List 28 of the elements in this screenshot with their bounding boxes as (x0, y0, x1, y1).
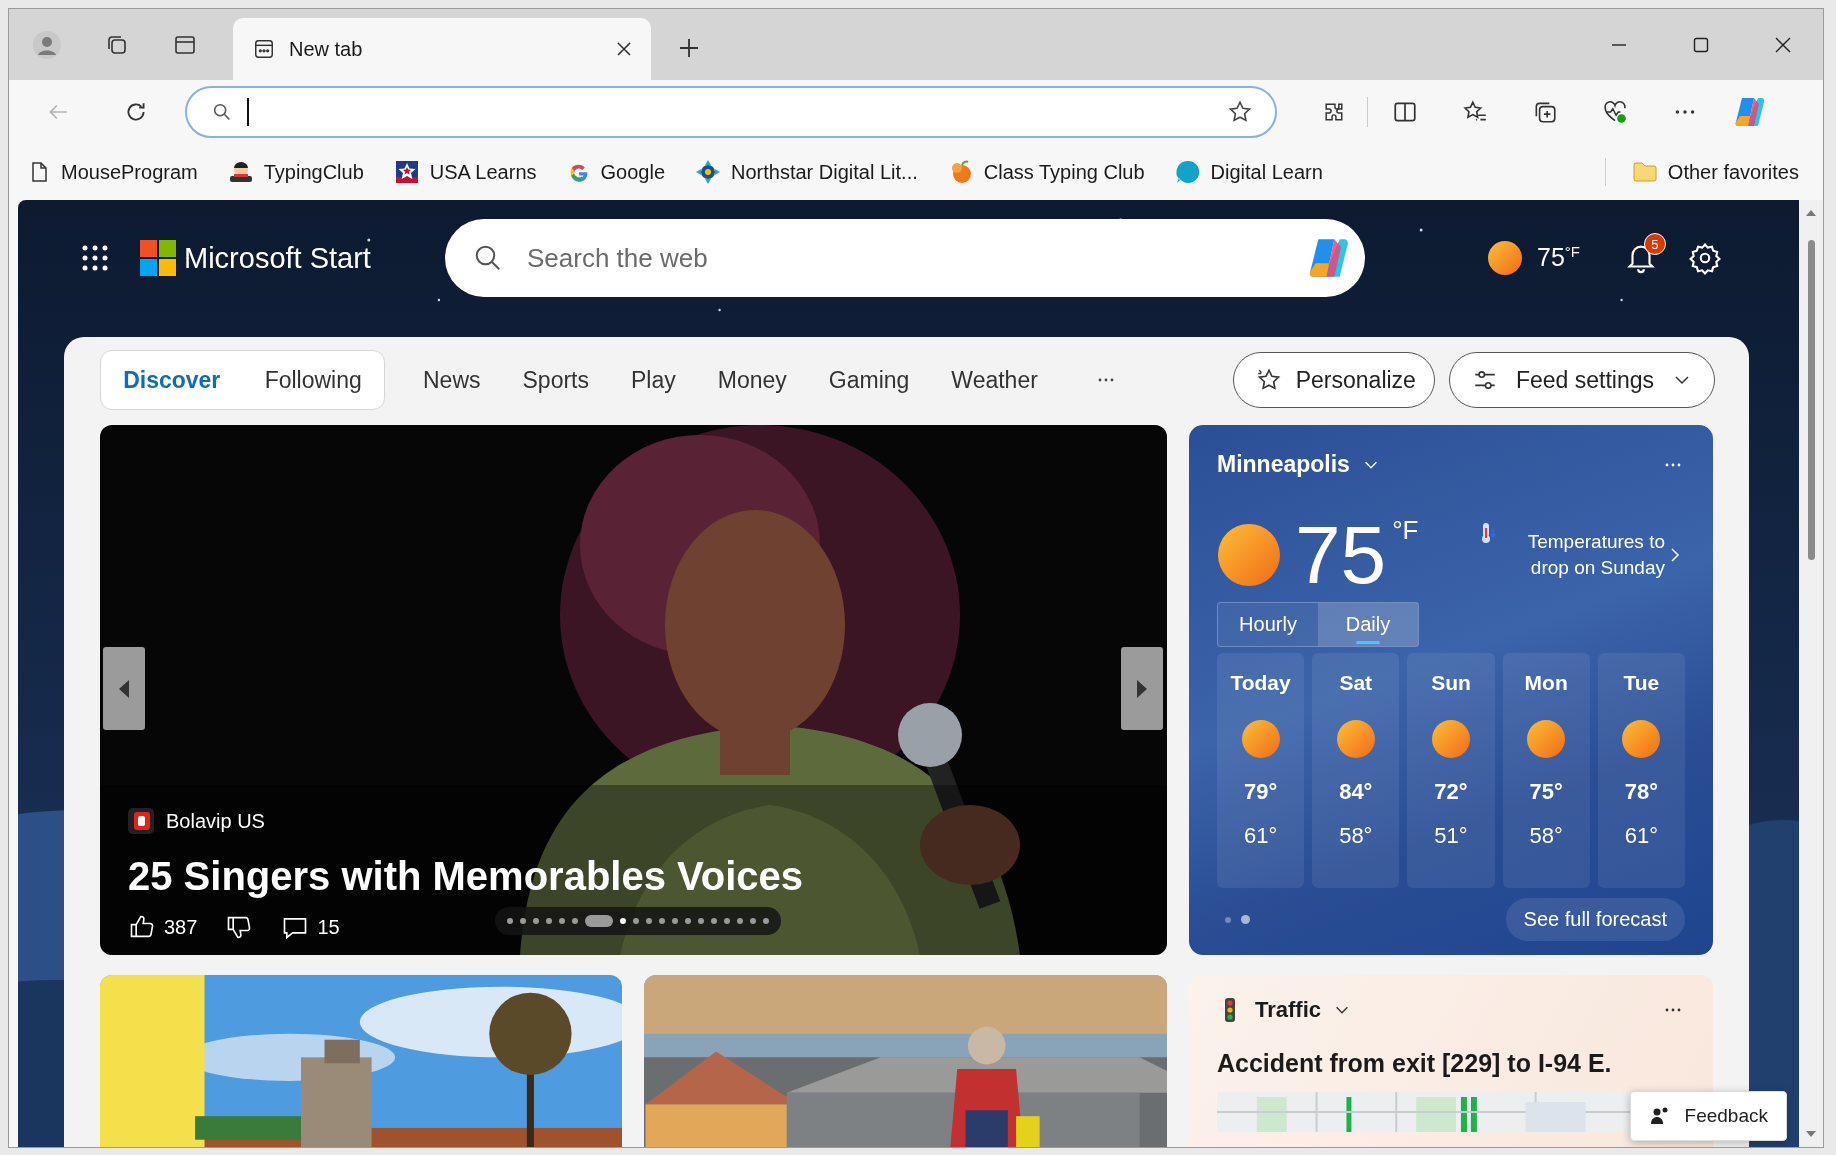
typist-icon (227, 159, 254, 185)
favorite-link[interactable]: MouseProgram (27, 160, 198, 184)
scrollbar-thumb[interactable] (1807, 240, 1815, 560)
favorite-link[interactable]: Google (566, 160, 665, 184)
other-favorites-link[interactable]: Other favorites (1631, 159, 1799, 185)
close-window-button[interactable] (1773, 35, 1793, 55)
workspaces-icon[interactable] (105, 33, 129, 57)
split-screen-button[interactable] (1392, 99, 1418, 125)
favorite-link[interactable]: Digital Learn (1174, 159, 1323, 185)
profile-icon[interactable] (33, 31, 61, 59)
compass-icon (695, 159, 721, 185)
browser-tab[interactable]: New tab (233, 18, 651, 80)
folder-icon (1631, 159, 1658, 185)
close-tab-button[interactable] (615, 40, 633, 58)
vertical-tabs-icon[interactable] (173, 33, 197, 57)
favorite-link[interactable]: USA Learns (393, 159, 537, 185)
favorite-star-button[interactable] (1227, 99, 1253, 125)
browser-health-button[interactable] (1602, 99, 1628, 125)
maximize-button[interactable] (1691, 35, 1711, 55)
new-tab-button[interactable] (677, 36, 701, 60)
favorite-link[interactable]: TypingClub (227, 159, 364, 185)
favorite-link[interactable]: Northstar Digital Lit... (695, 159, 918, 185)
search-icon (211, 101, 233, 123)
scrollbar[interactable] (1799, 200, 1823, 1147)
text-cursor (247, 98, 249, 126)
bubble-icon (1174, 159, 1201, 185)
tab-page-icon (253, 38, 275, 60)
favorite-link[interactable]: Class Typing Club (947, 159, 1145, 185)
